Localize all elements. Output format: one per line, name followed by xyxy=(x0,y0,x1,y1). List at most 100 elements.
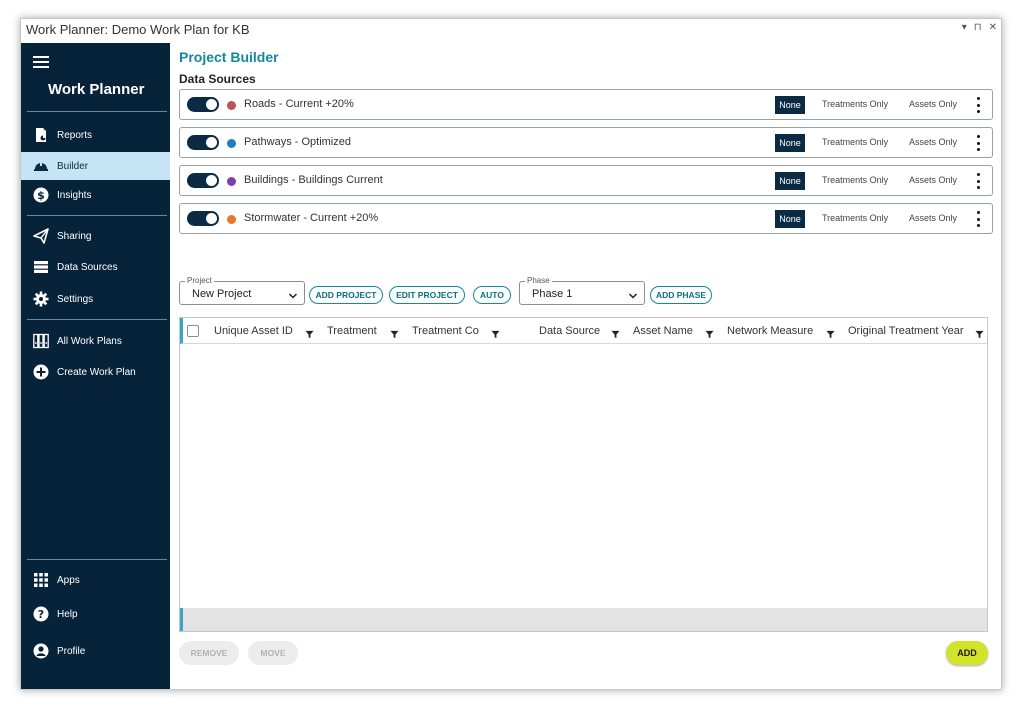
database-icon xyxy=(33,259,49,275)
project-grid: Unique Asset ID Treatment Treatment Co D… xyxy=(179,317,988,632)
chevron-down-icon xyxy=(288,288,298,299)
data-sources-heading: Data Sources xyxy=(179,72,256,86)
sidebar-item-sharing[interactable]: Sharing xyxy=(21,222,170,250)
apps-grid-icon xyxy=(33,572,49,588)
filter-none-option[interactable]: None xyxy=(775,210,805,228)
data-source-toggle[interactable] xyxy=(187,211,219,226)
filter-icon[interactable] xyxy=(826,326,835,339)
filter-icon[interactable] xyxy=(975,326,984,339)
sidebar-item-label: All Work Plans xyxy=(57,335,122,347)
edit-project-button[interactable]: EDIT PROJECT xyxy=(389,286,465,304)
data-source-row: Roads - Current +20% None Treatments Onl… xyxy=(179,89,993,120)
project-select[interactable]: Project New Project xyxy=(179,276,305,305)
sidebar: Work Planner Reports Builder $ Insights xyxy=(21,43,170,689)
select-all-checkbox[interactable] xyxy=(187,325,199,337)
app-brand: Work Planner xyxy=(48,81,145,98)
phase-select[interactable]: Phase Phase 1 xyxy=(519,276,645,305)
data-source-color-dot xyxy=(227,177,236,186)
more-options-icon[interactable] xyxy=(977,97,983,113)
data-source-color-dot xyxy=(227,101,236,110)
data-source-name: Pathways - Optimized xyxy=(244,136,351,148)
filter-treatments-only-option[interactable]: Treatments Only xyxy=(822,175,888,185)
filter-assets-only-option[interactable]: Assets Only xyxy=(909,137,957,147)
filter-icon[interactable] xyxy=(705,326,714,339)
sidebar-item-insights[interactable]: $ Insights xyxy=(21,181,170,209)
column-header-treatment-co[interactable]: Treatment Co xyxy=(412,325,479,337)
window-pin-button[interactable]: ⊓ xyxy=(974,22,982,33)
column-header-network-measure[interactable]: Network Measure xyxy=(727,325,813,337)
sidebar-item-label: Settings xyxy=(57,293,94,305)
sidebar-item-label: Sharing xyxy=(57,230,92,242)
filter-assets-only-option[interactable]: Assets Only xyxy=(909,99,957,109)
sidebar-item-create-work-plan[interactable]: Create Work Plan xyxy=(21,358,170,386)
add-project-button[interactable]: ADD PROJECT xyxy=(309,286,383,304)
data-source-toggle[interactable] xyxy=(187,135,219,150)
filter-icon[interactable] xyxy=(491,326,500,339)
filter-treatments-only-option[interactable]: Treatments Only xyxy=(822,137,888,147)
move-button[interactable]: MOVE xyxy=(248,641,298,665)
filter-icon[interactable] xyxy=(390,326,399,339)
builder-helmet-icon xyxy=(33,158,49,174)
main-content: Project Builder Data Sources Roads - Cur… xyxy=(170,43,1003,689)
sidebar-divider xyxy=(27,111,167,112)
filter-none-option[interactable]: None xyxy=(775,134,805,152)
sidebar-item-help[interactable]: ? Help xyxy=(21,600,170,628)
plus-circle-icon xyxy=(33,364,49,380)
binders-icon xyxy=(33,333,49,349)
remove-button[interactable]: REMOVE xyxy=(179,641,239,665)
profile-icon xyxy=(33,643,49,659)
grid-header: Unique Asset ID Treatment Treatment Co D… xyxy=(180,318,987,344)
sidebar-item-profile[interactable]: Profile xyxy=(21,637,170,665)
data-source-toggle[interactable] xyxy=(187,97,219,112)
column-header-data-source[interactable]: Data Source xyxy=(539,325,600,337)
data-source-row: Stormwater - Current +20% None Treatment… xyxy=(179,203,993,234)
sidebar-item-label: Reports xyxy=(57,129,93,141)
filter-treatments-only-option[interactable]: Treatments Only xyxy=(822,213,888,223)
page-title: Project Builder xyxy=(179,49,279,65)
sidebar-item-builder[interactable]: Builder xyxy=(21,152,170,180)
column-header-unique-asset-id[interactable]: Unique Asset ID xyxy=(214,325,293,337)
filter-treatments-only-option[interactable]: Treatments Only xyxy=(822,99,888,109)
data-source-name: Stormwater - Current +20% xyxy=(244,212,379,224)
data-source-toggle[interactable] xyxy=(187,173,219,188)
window-title: Work Planner: Demo Work Plan for KB xyxy=(26,22,250,37)
more-options-icon[interactable] xyxy=(977,211,983,227)
sidebar-item-data-sources[interactable]: Data Sources xyxy=(21,253,170,281)
filter-none-option[interactable]: None xyxy=(775,96,805,114)
data-source-row: Pathways - Optimized None Treatments Onl… xyxy=(179,127,993,158)
filter-assets-only-option[interactable]: Assets Only xyxy=(909,213,957,223)
data-source-row: Buildings - Buildings Current None Treat… xyxy=(179,165,993,196)
app-window: Work Planner: Demo Work Plan for KB ▾ ⊓ … xyxy=(20,18,1002,690)
chevron-down-icon xyxy=(628,288,638,299)
add-button[interactable]: ADD xyxy=(946,641,988,665)
window-close-button[interactable]: ✕ xyxy=(989,22,997,33)
more-options-icon[interactable] xyxy=(977,173,983,189)
sidebar-item-label: Builder xyxy=(57,160,89,172)
filter-assets-only-option[interactable]: Assets Only xyxy=(909,175,957,185)
sidebar-item-label: Insights xyxy=(57,189,92,201)
add-phase-button[interactable]: ADD PHASE xyxy=(650,286,712,304)
column-header-original-treatment-year[interactable]: Original Treatment Year xyxy=(848,325,964,337)
sidebar-divider xyxy=(27,215,167,216)
sidebar-item-settings[interactable]: Settings xyxy=(21,285,170,313)
sidebar-item-apps[interactable]: Apps xyxy=(21,566,170,594)
sidebar-item-reports[interactable]: Reports xyxy=(21,121,170,149)
data-source-name: Roads - Current +20% xyxy=(244,98,354,110)
project-select-value: New Project xyxy=(192,288,252,300)
send-icon xyxy=(33,228,49,244)
filter-icon[interactable] xyxy=(611,326,620,339)
svg-text:?: ? xyxy=(38,608,44,621)
phase-select-value: Phase 1 xyxy=(532,288,573,300)
hamburger-menu-icon[interactable] xyxy=(33,56,49,68)
sidebar-item-label: Data Sources xyxy=(57,261,118,273)
filter-none-option[interactable]: None xyxy=(775,172,805,190)
filter-icon[interactable] xyxy=(305,326,314,339)
column-header-asset-name[interactable]: Asset Name xyxy=(633,325,693,337)
sidebar-item-all-work-plans[interactable]: All Work Plans xyxy=(21,327,170,355)
window-menu-button[interactable]: ▾ xyxy=(962,22,967,33)
grid-footer xyxy=(180,608,987,631)
column-header-treatment[interactable]: Treatment xyxy=(327,325,377,337)
auto-button[interactable]: AUTO xyxy=(473,286,511,304)
more-options-icon[interactable] xyxy=(977,135,983,151)
data-source-color-dot xyxy=(227,215,236,224)
